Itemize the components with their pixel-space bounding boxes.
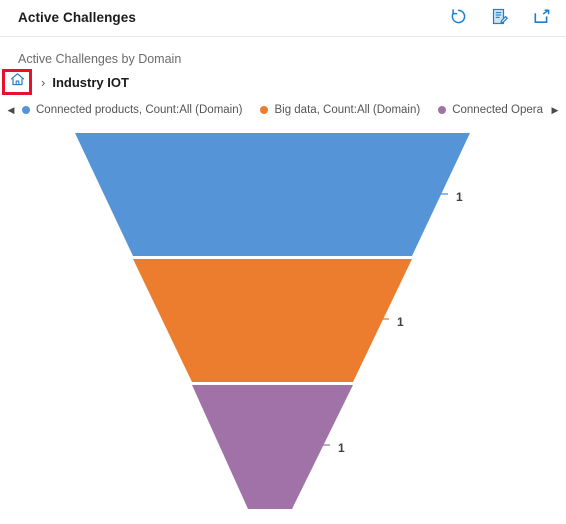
legend-item[interactable]: Connected Opera — [438, 104, 543, 116]
funnel-segment[interactable] — [75, 133, 470, 256]
home-icon — [10, 72, 25, 92]
expand-icon — [533, 8, 551, 29]
legend-scroll-right-button[interactable]: ▶ — [544, 105, 566, 116]
legend-items: Connected products, Count:All (Domain) B… — [22, 104, 544, 116]
legend-item-label: Big data, Count:All (Domain) — [274, 104, 421, 116]
chart-subtitle: Active Challenges by Domain — [18, 52, 182, 66]
funnel-data-label: 1 — [397, 315, 404, 329]
edit-record-icon — [491, 8, 509, 29]
legend-item[interactable]: Connected products, Count:All (Domain) — [22, 104, 242, 116]
legend-scroll-left-button[interactable]: ◀ — [0, 105, 22, 116]
legend-item-label: Connected Opera — [452, 104, 543, 116]
breadcrumb: › Industry IOT — [2, 69, 129, 95]
funnel-data-label: 1 — [456, 190, 463, 204]
page-title: Active Challenges — [18, 10, 136, 25]
card-header: Active Challenges — [0, 0, 566, 37]
legend-color-swatch-icon — [438, 106, 447, 114]
legend-color-swatch-icon — [22, 106, 30, 114]
legend-item-label: Connected products, Count:All (Domain) — [36, 104, 243, 116]
refresh-icon — [450, 8, 467, 28]
breadcrumb-separator: › — [41, 74, 46, 90]
funnel-chart: 1 1 1 — [0, 122, 566, 522]
funnel-segment[interactable] — [133, 259, 412, 382]
expand-button[interactable] — [528, 4, 556, 32]
chart-legend: ◀ Connected products, Count:All (Domain)… — [0, 100, 566, 120]
funnel-data-label: 1 — [338, 441, 345, 455]
refresh-button[interactable] — [444, 4, 472, 32]
legend-color-swatch-icon — [260, 106, 269, 114]
breadcrumb-current[interactable]: Industry IOT — [52, 75, 129, 90]
funnel-chart-canvas: 1 1 1 — [75, 133, 470, 509]
legend-item[interactable]: Big data, Count:All (Domain) — [260, 104, 420, 116]
edit-record-button[interactable] — [486, 4, 514, 32]
header-actions — [444, 4, 556, 32]
funnel-segment[interactable] — [192, 385, 353, 509]
breadcrumb-home-button[interactable] — [2, 69, 32, 95]
